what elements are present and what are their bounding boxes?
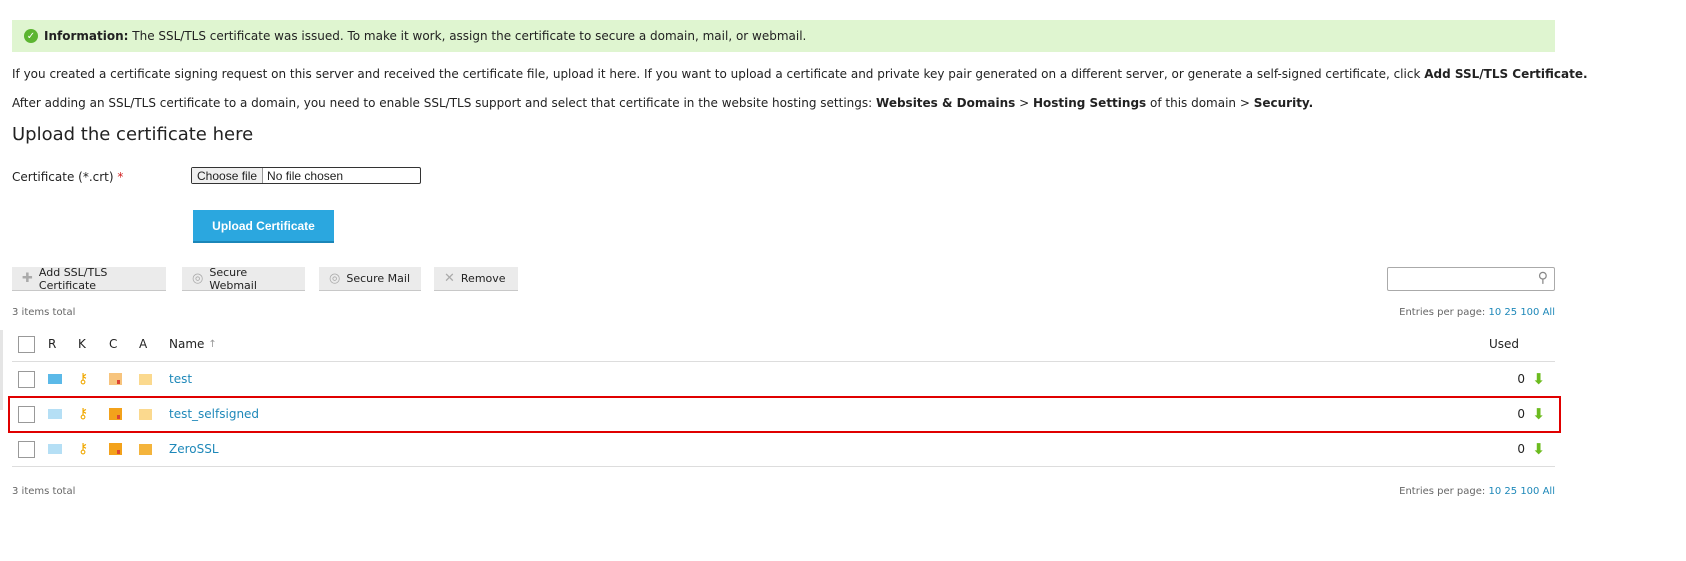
- secure-mail-button[interactable]: ◎ Secure Mail: [319, 267, 421, 291]
- globe-icon: ◎: [329, 271, 341, 286]
- entries-100[interactable]: 100: [1520, 486, 1539, 497]
- certificate-name-link[interactable]: test: [169, 362, 192, 396]
- header-c: C: [109, 337, 118, 351]
- entries-25[interactable]: 25: [1504, 486, 1517, 497]
- info-text: The SSL/TLS certificate was issued. To m…: [128, 29, 807, 43]
- certificate-label: Certificate (*.crt) *: [12, 170, 124, 184]
- entries-10[interactable]: 10: [1488, 486, 1501, 497]
- key-icon: ⚷: [78, 371, 89, 387]
- row-checkbox[interactable]: [18, 371, 35, 388]
- check-circle-icon: ✓: [24, 29, 38, 43]
- close-icon: ✕: [444, 271, 455, 286]
- table-header: R K C A Name ↑ Used: [12, 327, 1555, 362]
- entries-all[interactable]: All: [1543, 486, 1555, 497]
- ssl-instructions: After adding an SSL/TLS certificate to a…: [12, 96, 1314, 110]
- header-a: A: [139, 337, 148, 351]
- mail-icon: [48, 374, 62, 384]
- info-label: Information:: [44, 29, 129, 43]
- certificate-file-input[interactable]: Choose file No file chosen: [191, 167, 421, 184]
- header-k: K: [78, 337, 86, 351]
- table-row: ⚷ ZeroSSL 0 ⬇: [12, 432, 1555, 467]
- search-icon: ⚲: [1537, 270, 1548, 286]
- ca-certificate-icon: [139, 373, 152, 385]
- used-count: 0: [1517, 372, 1525, 386]
- certificate-icon: [109, 443, 122, 455]
- sort-asc-icon: ↑: [208, 338, 217, 350]
- file-status: No file chosen: [267, 168, 344, 183]
- header-r: R: [48, 337, 57, 351]
- header-used: Used: [1488, 337, 1519, 351]
- used-count: 0: [1517, 442, 1525, 456]
- highlight-box: [8, 396, 1561, 433]
- download-icon[interactable]: ⬇: [1532, 432, 1545, 466]
- info-banner: ✓ Information: The SSL/TLS certificate w…: [12, 20, 1555, 52]
- secure-webmail-button[interactable]: ◎ Secure Webmail: [182, 266, 305, 292]
- entries-100[interactable]: 100: [1520, 307, 1539, 318]
- certificate-icon: [109, 373, 122, 385]
- plus-icon: ✚: [22, 271, 33, 286]
- upload-certificate-button[interactable]: Upload Certificate: [193, 210, 334, 243]
- items-total: 3 items total: [12, 307, 76, 318]
- key-icon: ⚷: [78, 441, 89, 457]
- select-all-checkbox[interactable]: [18, 336, 35, 353]
- entries-25[interactable]: 25: [1504, 307, 1517, 318]
- sidebar-edge: [0, 330, 3, 410]
- header-name[interactable]: Name ↑: [169, 327, 217, 361]
- entries-all[interactable]: All: [1543, 307, 1555, 318]
- remove-button[interactable]: ✕ Remove: [434, 267, 518, 291]
- certificate-name-link[interactable]: ZeroSSL: [169, 432, 219, 466]
- search-input[interactable]: ⚲: [1387, 267, 1555, 291]
- entries-per-page-footer: Entries per page: 10 25 100 All: [1399, 486, 1555, 497]
- choose-file-button[interactable]: Choose file: [192, 168, 264, 183]
- ca-certificate-icon: [139, 443, 152, 455]
- table-row: ⚷ test 0 ⬇: [12, 362, 1555, 397]
- add-certificate-button[interactable]: ✚ Add SSL/TLS Certificate: [12, 266, 166, 292]
- row-checkbox[interactable]: [18, 441, 35, 458]
- download-icon[interactable]: ⬇: [1532, 362, 1545, 396]
- mail-icon: [48, 444, 62, 454]
- items-total-footer: 3 items total: [12, 486, 76, 497]
- entries-per-page: Entries per page: 10 25 100 All: [1399, 307, 1555, 318]
- upload-instructions: If you created a certificate signing req…: [12, 67, 1588, 81]
- entries-10[interactable]: 10: [1488, 307, 1501, 318]
- globe-icon: ◎: [192, 271, 204, 286]
- page-title: Upload the certificate here: [12, 124, 254, 145]
